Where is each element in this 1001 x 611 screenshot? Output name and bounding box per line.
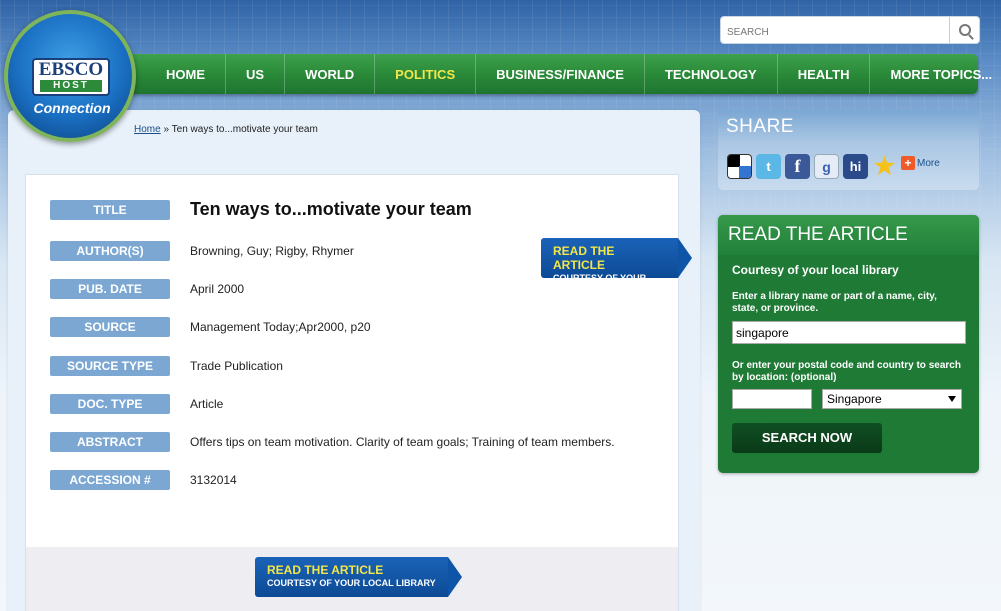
library-search-panel: READ THE ARTICLE Courtesy of your local … <box>718 215 979 473</box>
article-footer: READ THE ARTICLE COURTESY OF YOUR LOCAL … <box>25 547 679 611</box>
field-label: ACCESSION # <box>50 470 170 490</box>
nav-item-business-finance[interactable]: BUSINESS/FINANCE <box>476 54 645 94</box>
ribbon-line1: READ THE ARTICLE <box>267 563 384 577</box>
breadcrumb-separator: » <box>163 124 170 135</box>
field-title: TITLE Ten ways to...motivate your team <box>50 199 472 220</box>
delicious-icon[interactable] <box>727 154 752 179</box>
facebook-icon[interactable]: f <box>785 154 810 179</box>
field-label: PUB. DATE <box>50 279 170 299</box>
read-article-ribbon-bottom[interactable]: READ THE ARTICLE COURTESY OF YOUR LOCAL … <box>255 557 462 597</box>
nav-item-more-topics[interactable]: MORE TOPICS... <box>870 54 1001 94</box>
search-now-button[interactable]: SEARCH NOW <box>732 423 882 453</box>
breadcrumb-current: Ten ways to...motivate your team <box>171 124 318 135</box>
nav-item-politics[interactable]: POLITICS <box>375 54 477 94</box>
field-value: Trade Publication <box>190 359 283 373</box>
field-label: TITLE <box>50 199 170 220</box>
read-article-ribbon-top[interactable]: READ THE ARTICLE COURTESY OF YOUR LOCAL … <box>541 238 692 295</box>
hi5-icon[interactable]: hi <box>843 154 868 179</box>
library-panel-subtitle: Courtesy of your local library <box>732 263 899 277</box>
logo-host-text: HOST <box>40 80 102 92</box>
field-value: April 2000 <box>190 282 245 296</box>
logo-ebsco-text: EBSCO <box>38 59 104 80</box>
field-source-type: SOURCE TYPE Trade Publication <box>50 356 283 376</box>
field-authors: AUTHOR(S) Browning, Guy; Rigby, Rhymer <box>50 241 354 261</box>
dropdown-arrow-icon <box>948 396 956 402</box>
breadcrumb-home-link[interactable]: Home <box>134 124 161 135</box>
field-label: ABSTRACT <box>50 432 170 452</box>
twitter-icon[interactable]: t <box>756 154 781 179</box>
search-icon <box>958 24 971 36</box>
library-panel-title: READ THE ARTICLE <box>718 215 979 255</box>
field-accession: ACCESSION # 3132014 <box>50 470 237 490</box>
nav-item-health[interactable]: HEALTH <box>778 54 871 94</box>
logo-box: EBSCO HOST <box>32 58 110 96</box>
plus-icon: + <box>901 156 915 170</box>
field-abstract: ABSTRACT Offers tips on team motivation.… <box>50 432 615 452</box>
article-title: Ten ways to...motivate your team <box>190 199 472 219</box>
library-instruction: Enter a library name or part of a name, … <box>732 291 937 314</box>
nav-item-us[interactable]: US <box>226 54 286 94</box>
ribbon-line2: COURTESY OF YOUR LOCAL LIBRARY <box>553 273 647 295</box>
field-label: SOURCE TYPE <box>50 356 170 376</box>
library-panel-body: Courtesy of your local library Enter a l… <box>718 255 979 453</box>
breadcrumb: Home » Ten ways to...motivate your team <box>134 124 318 135</box>
share-title: SHARE <box>726 116 794 137</box>
field-label: DOC. TYPE <box>50 394 170 414</box>
location-row: Singapore <box>732 389 965 409</box>
share-panel: SHARE t f g hi ★ + More <box>718 110 979 190</box>
site-search <box>720 16 980 44</box>
ebsco-logo[interactable]: EBSCO HOST Connection <box>4 10 136 142</box>
postal-instruction: Or enter your postal code and country to… <box>732 360 961 383</box>
share-more-label: More <box>917 157 940 169</box>
field-value: Article <box>190 397 224 411</box>
share-more-button[interactable]: + More <box>901 156 940 170</box>
field-label: AUTHOR(S) <box>50 241 170 261</box>
field-pub-date: PUB. DATE April 2000 <box>50 279 244 299</box>
country-select[interactable]: Singapore <box>822 389 962 409</box>
share-icons: t f g hi ★ + More <box>727 153 940 180</box>
main-nav: HOME US WORLD POLITICS BUSINESS/FINANCE … <box>120 54 992 94</box>
postal-code-input[interactable] <box>732 389 812 409</box>
favorite-star-icon[interactable]: ★ <box>872 153 897 180</box>
logo-connection-text: Connection <box>33 100 111 116</box>
ribbon-line2: COURTESY OF YOUR LOCAL LIBRARY <box>267 578 436 588</box>
google-icon[interactable]: g <box>814 154 839 179</box>
nav-item-technology[interactable]: TECHNOLOGY <box>645 54 778 94</box>
field-source: SOURCE Management Today;Apr2000, p20 <box>50 317 371 337</box>
search-input[interactable] <box>727 23 947 41</box>
article-details-card: TITLE Ten ways to...motivate your team A… <box>25 174 692 548</box>
field-label: SOURCE <box>50 317 170 337</box>
library-name-input[interactable] <box>732 321 966 344</box>
ribbon-line1: READ THE ARTICLE <box>553 244 615 272</box>
country-selected-value: Singapore <box>827 392 882 406</box>
nav-item-home[interactable]: HOME <box>146 54 226 94</box>
article-panel: Home » Ten ways to...motivate your team … <box>8 110 700 611</box>
field-value: 3132014 <box>190 473 237 487</box>
search-button[interactable] <box>949 17 979 43</box>
nav-item-world[interactable]: WORLD <box>285 54 376 94</box>
field-value: Browning, Guy; Rigby, Rhymer <box>190 244 354 258</box>
field-value: Offers tips on team motivation. Clarity … <box>190 435 615 449</box>
field-doc-type: DOC. TYPE Article <box>50 394 223 414</box>
field-value: Management Today;Apr2000, p20 <box>190 320 371 334</box>
